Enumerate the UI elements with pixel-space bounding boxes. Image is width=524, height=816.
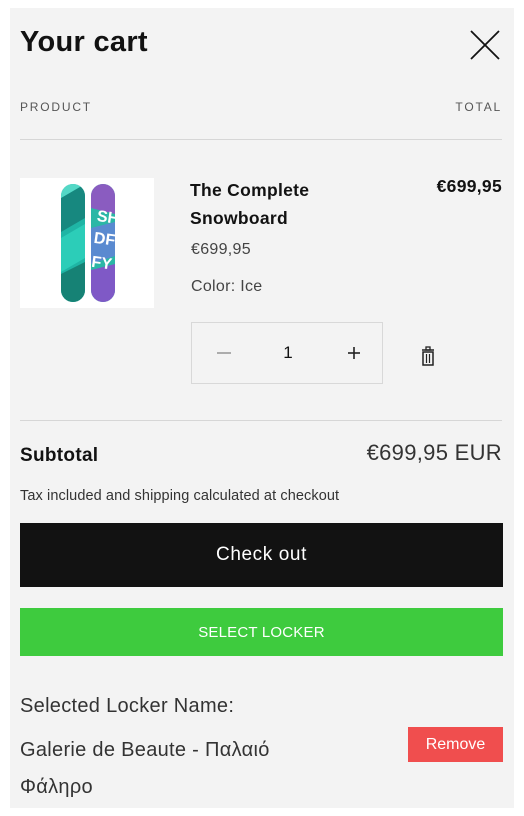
- cart-drawer: Your cart PRODUCT TOTAL SH DF FY The Com…: [10, 8, 514, 808]
- column-header-total: TOTAL: [455, 100, 502, 114]
- quantity-input[interactable]: 1: [270, 341, 306, 365]
- remove-locker-button[interactable]: Remove: [408, 727, 503, 762]
- line-price: €699,95: [436, 176, 502, 196]
- svg-text:SH: SH: [96, 208, 120, 228]
- subtotal-value: €699,95 EUR: [366, 440, 502, 465]
- tax-note: Tax included and shipping calculated at …: [20, 488, 340, 504]
- minus-icon[interactable]: [210, 341, 238, 365]
- column-header-product: PRODUCT: [20, 100, 92, 114]
- unit-price: €699,95: [191, 241, 251, 258]
- quantity-stepper: 1: [191, 322, 383, 384]
- snowboard-image[interactable]: SH DF FY: [20, 178, 154, 308]
- header-divider: [20, 139, 502, 140]
- subtotal-label: Subtotal: [20, 445, 99, 466]
- selected-locker-name: Galerie de Beaute - Παλαιό Φάληρο: [20, 739, 270, 798]
- svg-text:FY: FY: [90, 254, 113, 274]
- items-divider: [20, 420, 502, 421]
- product-variant: Color: Ice: [191, 278, 263, 295]
- cart-header: Your cart: [20, 26, 504, 76]
- product-name[interactable]: The Complete Snowboard: [190, 176, 360, 232]
- selected-locker-label: Selected Locker Name:: [20, 695, 235, 717]
- checkout-button[interactable]: Check out: [20, 523, 503, 587]
- plus-icon[interactable]: [340, 341, 368, 365]
- select-locker-button[interactable]: SELECT LOCKER: [20, 608, 503, 656]
- svg-text:DF: DF: [93, 230, 117, 250]
- cart-title: Your cart: [20, 26, 148, 58]
- close-icon[interactable]: [468, 28, 502, 62]
- trash-icon[interactable]: [418, 346, 438, 368]
